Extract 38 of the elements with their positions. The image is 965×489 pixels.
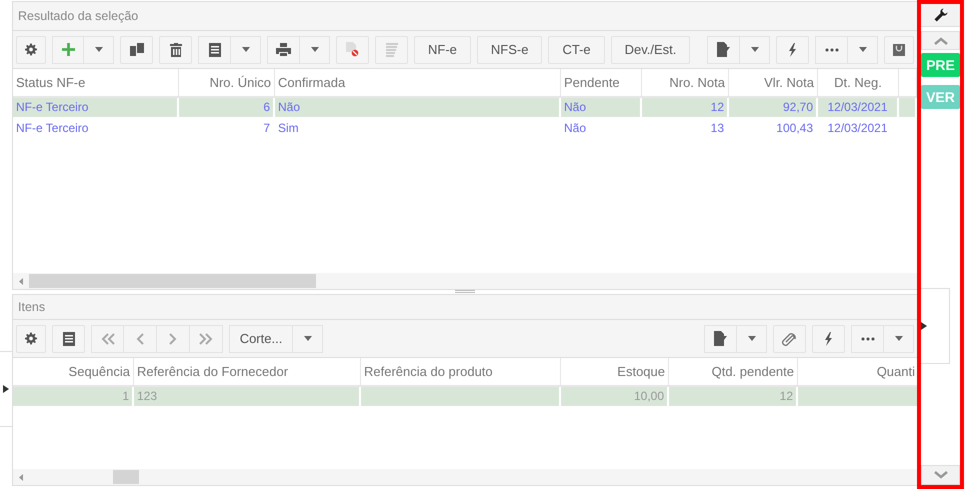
column-header[interactable]: Vlr. Nota xyxy=(729,69,818,96)
table-cell-text: 7 xyxy=(262,120,271,137)
toolbar-button[interactable]: NF-e xyxy=(414,36,471,64)
toolbar-button[interactable]: CT-e xyxy=(548,36,605,64)
table-cell-text: Sim xyxy=(277,120,300,137)
column-header[interactable]: Status NF-e xyxy=(13,69,179,96)
table-cell-text: 100,43 xyxy=(775,120,814,137)
table-cell: 12 xyxy=(642,98,727,117)
table-cell: 1 xyxy=(13,387,132,406)
column-header[interactable]: Referência do Fornecedor xyxy=(134,358,361,385)
table-cell: 12 xyxy=(669,387,796,406)
panel-title: Itens xyxy=(13,295,917,320)
table-cell-text: NF-e Terceiro xyxy=(15,120,90,137)
table-cell-text: 13 xyxy=(710,120,725,137)
toolbar-button[interactable]: Dev./Est. xyxy=(610,36,690,64)
column-header[interactable]: Nro. Nota xyxy=(642,69,729,96)
table-cell: 92,70 xyxy=(729,98,816,117)
column-header[interactable]: Pendente xyxy=(561,69,642,96)
column-header[interactable]: Referência do produto xyxy=(361,358,561,385)
column-header[interactable]: Quanti xyxy=(798,358,917,385)
column-header[interactable]: Estoque xyxy=(561,358,669,385)
table-cell-text: 12/03/2021 xyxy=(826,120,889,137)
column-header[interactable]: Dt. Neg. xyxy=(818,69,899,96)
table-cell: 6 xyxy=(179,98,273,117)
table-cell: 10,00 xyxy=(561,387,667,406)
table-cell: 12/03/2021 xyxy=(818,98,897,117)
table-cell: Não xyxy=(561,98,640,117)
table-cell: 123 xyxy=(134,387,359,406)
column-header[interactable]: Sequência xyxy=(13,358,134,385)
table-cell: NF-e Terceiro xyxy=(13,98,177,117)
table-cell-text: Não xyxy=(563,120,588,137)
panel-title: Resultado da seleção xyxy=(13,2,917,31)
column-header[interactable]: Confirmada xyxy=(275,69,561,96)
column-header[interactable]: Qtd. pendente xyxy=(669,358,798,385)
toolbar-button[interactable]: NFS-e xyxy=(476,36,542,64)
column-header[interactable]: Nro. Único xyxy=(179,69,275,96)
view-select[interactable]: Corte... xyxy=(229,324,293,352)
table-cell: Não xyxy=(275,98,559,117)
